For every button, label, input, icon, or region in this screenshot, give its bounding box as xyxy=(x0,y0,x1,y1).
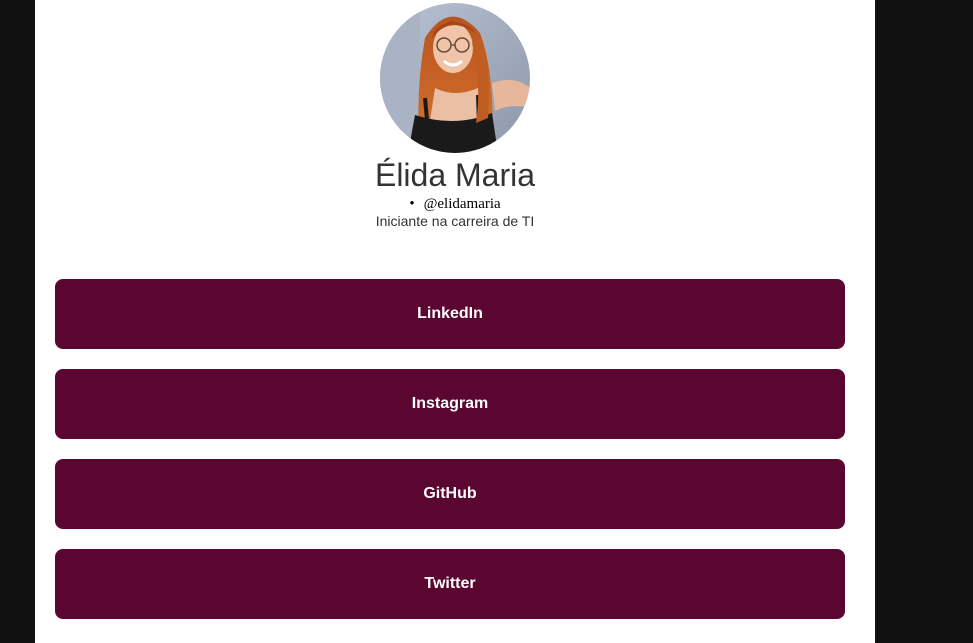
twitter-button[interactable]: Twitter xyxy=(55,549,845,619)
link-list: LinkedIn Instagram GitHub Twitter xyxy=(55,279,845,639)
avatar-photo xyxy=(380,3,530,153)
profile-card: Élida Maria @elidamaria Iniciante na car… xyxy=(35,0,875,643)
handle-list: @elidamaria xyxy=(35,195,875,213)
avatar xyxy=(380,3,530,153)
profile-handle: @elidamaria xyxy=(409,195,501,213)
instagram-button[interactable]: Instagram xyxy=(55,369,845,439)
profile-bio: Iniciante na carreira de TI xyxy=(375,213,535,229)
linkedin-button[interactable]: LinkedIn xyxy=(55,279,845,349)
github-button[interactable]: GitHub xyxy=(55,459,845,529)
profile-name: Élida Maria xyxy=(374,157,536,193)
